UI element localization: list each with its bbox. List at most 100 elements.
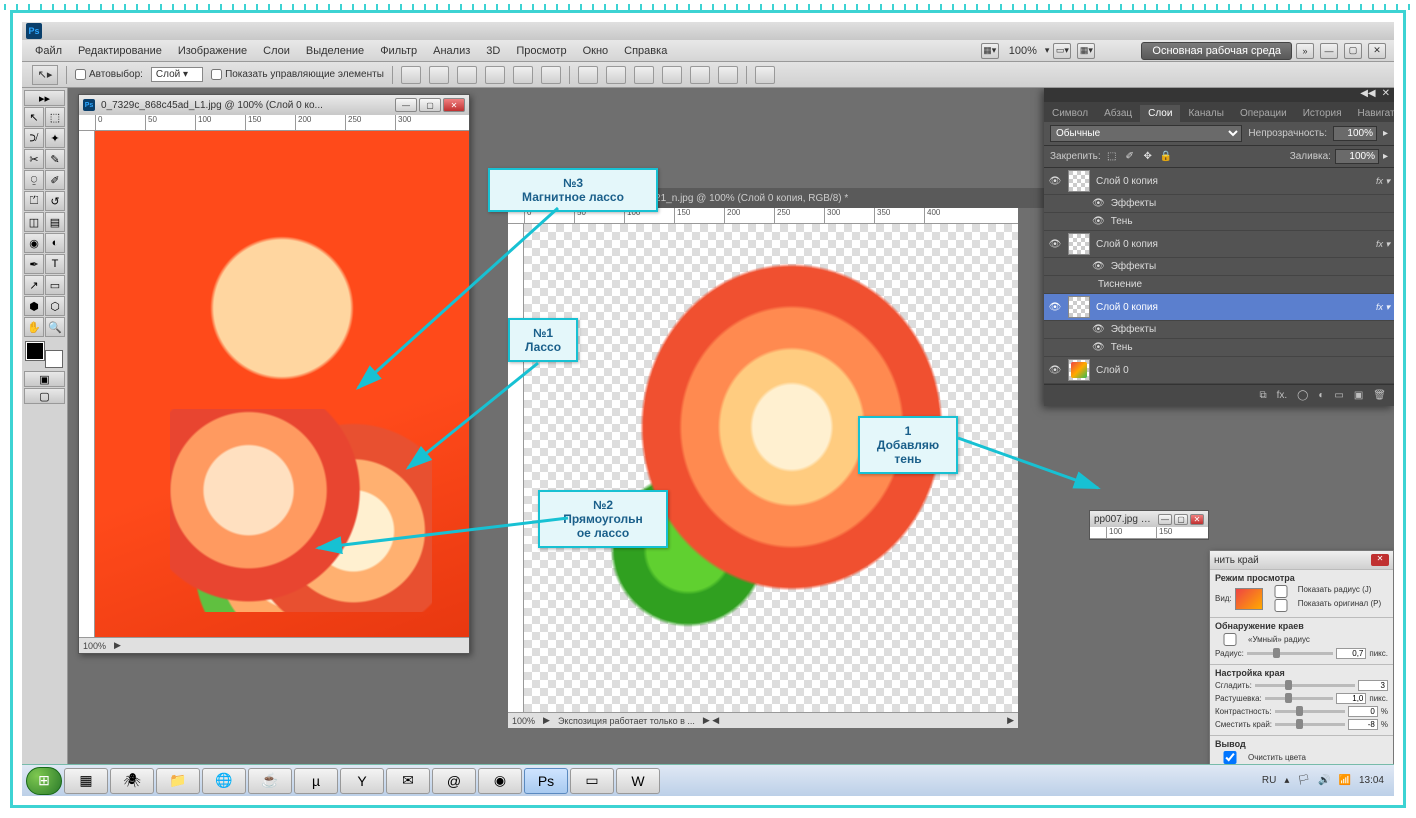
lock-transparent-icon[interactable]: ⬚ <box>1105 150 1119 164</box>
distribute-icon[interactable] <box>606 66 626 84</box>
show-radius-check[interactable]: Показать радиус (J) <box>1266 585 1381 598</box>
lock-all-icon[interactable]: 🔒 <box>1159 150 1173 164</box>
menu-help[interactable]: Справка <box>617 43 674 59</box>
adjustment-icon[interactable]: ◐ <box>1318 390 1324 401</box>
layer-item-selected[interactable]: 👁 Слой 0 копия fx ▾ <box>1044 294 1394 321</box>
healing-tool[interactable]: ⍜ <box>24 170 44 190</box>
align-icon[interactable] <box>401 66 421 84</box>
show-original-check[interactable]: Показать оригинал (P) <box>1266 599 1381 612</box>
fx-badge[interactable]: fx ▾ <box>1376 239 1390 250</box>
menu-view[interactable]: Просмотр <box>509 43 573 59</box>
crop-tool[interactable]: ✂ <box>24 149 44 169</box>
blur-tool[interactable]: ◉ <box>24 233 44 253</box>
menu-file[interactable]: Файл <box>28 43 69 59</box>
layer-item[interactable]: 👁 Слой 0 <box>1044 357 1394 384</box>
tab-actions[interactable]: Операции <box>1232 105 1295 122</box>
visibility-icon[interactable]: 👁 <box>1048 302 1062 313</box>
menu-layers[interactable]: Слои <box>256 43 297 59</box>
close-icon[interactable]: ✕ <box>1190 514 1204 525</box>
color-swatches[interactable] <box>24 340 65 370</box>
window-minimize-icon[interactable]: — <box>1320 43 1338 59</box>
dodge-tool[interactable]: ◐ <box>45 233 65 253</box>
align-icon[interactable] <box>429 66 449 84</box>
trash-icon[interactable]: 🗑 <box>1373 390 1386 401</box>
shift-slider[interactable] <box>1275 723 1345 726</box>
align-icon[interactable] <box>485 66 505 84</box>
layer-item[interactable]: 👁 Слой 0 копия fx ▾ <box>1044 168 1394 195</box>
menu-analysis[interactable]: Анализ <box>426 43 477 59</box>
gradient-tool[interactable]: ▤ <box>45 212 65 232</box>
quickmask-toggle[interactable]: ▣ <box>24 371 65 387</box>
tray-network-icon[interactable]: 📶 <box>1339 775 1351 786</box>
tab-history[interactable]: История <box>1295 105 1350 122</box>
feather-input[interactable] <box>1336 693 1366 704</box>
tray-lang[interactable]: RU <box>1262 775 1276 786</box>
fill-input[interactable] <box>1335 149 1379 164</box>
opacity-input[interactable] <box>1333 126 1377 141</box>
maximize-icon[interactable]: ▢ <box>419 98 441 112</box>
taskbar-app[interactable]: Y <box>340 768 384 794</box>
taskbar-chrome[interactable]: ◉ <box>478 768 522 794</box>
taskbar-word[interactable]: W <box>616 768 660 794</box>
visibility-icon[interactable]: 👁 <box>1048 239 1062 250</box>
layer-thumb[interactable] <box>1068 233 1090 255</box>
taskbar-app[interactable]: ☕ <box>248 768 292 794</box>
effects-row[interactable]: 👁Эффекты <box>1044 258 1394 276</box>
tab-channels[interactable]: Каналы <box>1180 105 1232 122</box>
show-controls-checkbox[interactable]: Показать управляющие элементы <box>211 69 384 80</box>
feather-slider[interactable] <box>1265 697 1334 700</box>
eraser-tool[interactable]: ◫ <box>24 212 44 232</box>
folder-icon[interactable]: ▭ <box>1334 390 1343 401</box>
tab-paragraph[interactable]: Абзац <box>1096 105 1140 122</box>
type-tool[interactable]: T <box>45 254 65 274</box>
minimize-icon[interactable]: — <box>1158 514 1172 525</box>
taskbar-app[interactable]: ▦ <box>64 768 108 794</box>
contrast-slider[interactable] <box>1275 710 1345 713</box>
decon-check[interactable]: Очистить цвета <box>1215 751 1388 764</box>
panel-close-icon[interactable]: ✕ <box>1382 88 1390 102</box>
taskbar-app[interactable]: ▭ <box>570 768 614 794</box>
taskbar-app[interactable]: 📁 <box>156 768 200 794</box>
layer-item[interactable]: 👁 Слой 0 копия fx ▾ <box>1044 231 1394 258</box>
taskbar-app[interactable]: ✉ <box>386 768 430 794</box>
menu-select[interactable]: Выделение <box>299 43 371 59</box>
visibility-icon[interactable]: 👁 <box>1048 176 1062 187</box>
panel-collapse-icon[interactable]: ▸▸ <box>24 90 65 106</box>
blend-mode-select[interactable]: Обычные <box>1050 125 1242 142</box>
taskbar-app[interactable]: 🕷 <box>110 768 154 794</box>
link-layers-icon[interactable]: ⧉ <box>1259 390 1266 401</box>
taskbar-app[interactable]: @ <box>432 768 476 794</box>
wand-tool[interactable]: ✦ <box>45 128 65 148</box>
window-maximize-icon[interactable]: ▢ <box>1344 43 1362 59</box>
arrange-docs-icon[interactable]: ▦▾ <box>981 43 999 59</box>
align-icon[interactable] <box>541 66 561 84</box>
doc1-canvas[interactable] <box>95 131 469 637</box>
shape-tool[interactable]: ▭ <box>45 275 65 295</box>
mask-icon[interactable]: ◯ <box>1297 390 1308 401</box>
align-icon[interactable] <box>457 66 477 84</box>
zoom-tool[interactable]: 🔍 <box>45 317 65 337</box>
shift-input[interactable] <box>1348 719 1378 730</box>
layer-thumb[interactable] <box>1068 170 1090 192</box>
tray-volume-icon[interactable]: 🔊 <box>1318 775 1330 786</box>
smooth-input[interactable] <box>1358 680 1388 691</box>
auto-select-dropdown[interactable]: Слой ▾ <box>151 67 203 82</box>
screenmode-toggle[interactable]: ▢ <box>24 388 65 404</box>
lock-position-icon[interactable]: ✥ <box>1141 150 1155 164</box>
workspace-button[interactable]: Основная рабочая среда <box>1141 42 1292 60</box>
lasso-tool[interactable]: ⟉ <box>24 128 44 148</box>
distribute-icon[interactable] <box>662 66 682 84</box>
fx-badge[interactable]: fx ▾ <box>1376 302 1390 313</box>
effect-item[interactable]: Тиснение <box>1044 276 1394 294</box>
extras-icon[interactable]: ▦▾ <box>1077 43 1095 59</box>
maximize-icon[interactable]: ▢ <box>1174 514 1188 525</box>
effects-row[interactable]: 👁Эффекты <box>1044 321 1394 339</box>
chevron-icon[interactable]: ▸ <box>1383 128 1388 139</box>
align-icon[interactable] <box>513 66 533 84</box>
auto-select-checkbox[interactable]: Автовыбор: <box>75 69 143 80</box>
layer-thumb[interactable] <box>1068 359 1090 381</box>
lock-pixels-icon[interactable]: ✐ <box>1123 150 1137 164</box>
visibility-icon[interactable]: 👁 <box>1048 365 1062 376</box>
effect-item[interactable]: 👁Тень <box>1044 339 1394 357</box>
layer-thumb[interactable] <box>1068 296 1090 318</box>
